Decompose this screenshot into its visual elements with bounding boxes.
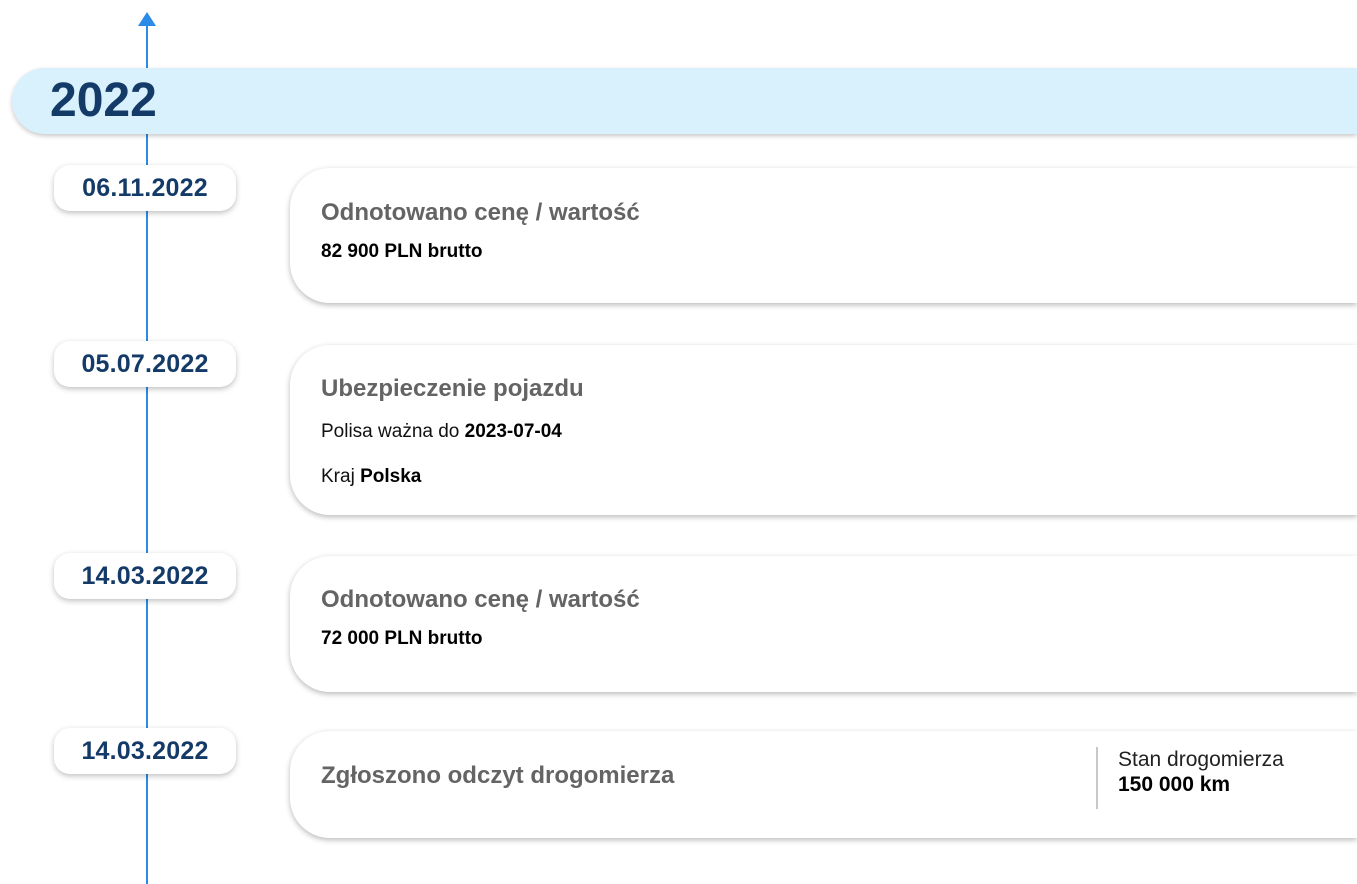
event-date-badge: 06.11.2022 bbox=[54, 165, 236, 211]
event-date-badge: 14.03.2022 bbox=[54, 728, 236, 774]
country-line: Kraj Polska bbox=[321, 465, 1357, 489]
event-price-value: 72 000 PLN brutto bbox=[321, 628, 483, 649]
odometer-value: 150 000 km bbox=[1118, 773, 1231, 796]
event-title: Odnotowano cenę / wartość bbox=[321, 199, 640, 226]
event-card-price: Odnotowano cenę / wartość 82 900 PLN bru… bbox=[290, 168, 1357, 303]
year-label: 2022 bbox=[50, 74, 157, 127]
event-title: Odnotowano cenę / wartość bbox=[321, 586, 640, 613]
policy-line: Polisa ważna do 2023-07-04 bbox=[321, 420, 1357, 444]
year-header: 2022 bbox=[12, 68, 1357, 134]
arrow-up-icon bbox=[138, 12, 156, 26]
country-value: Polska bbox=[360, 466, 422, 487]
event-title: Ubezpieczenie pojazdu bbox=[321, 375, 584, 402]
odometer-stat: Stan drogomierza 150 000 km bbox=[1096, 747, 1284, 809]
event-date-badge: 05.07.2022 bbox=[54, 341, 236, 387]
policy-value: 2023-07-04 bbox=[464, 421, 562, 442]
event-date-badge: 14.03.2022 bbox=[54, 553, 236, 599]
odometer-label: Stan drogomierza bbox=[1118, 748, 1284, 771]
event-card-price: Odnotowano cenę / wartość 72 000 PLN bru… bbox=[290, 556, 1357, 692]
event-card-odometer: Zgłoszono odczyt drogomierza Stan drogom… bbox=[290, 731, 1357, 838]
vehicle-history-timeline: 2022 06.11.2022 Odnotowano cenę / wartoś… bbox=[0, 0, 1357, 884]
country-label: Kraj bbox=[321, 466, 355, 487]
event-card-insurance: Ubezpieczenie pojazdu Polisa ważna do 20… bbox=[290, 345, 1357, 515]
policy-label: Polisa ważna do bbox=[321, 421, 460, 442]
event-price-value: 82 900 PLN brutto bbox=[321, 241, 483, 262]
